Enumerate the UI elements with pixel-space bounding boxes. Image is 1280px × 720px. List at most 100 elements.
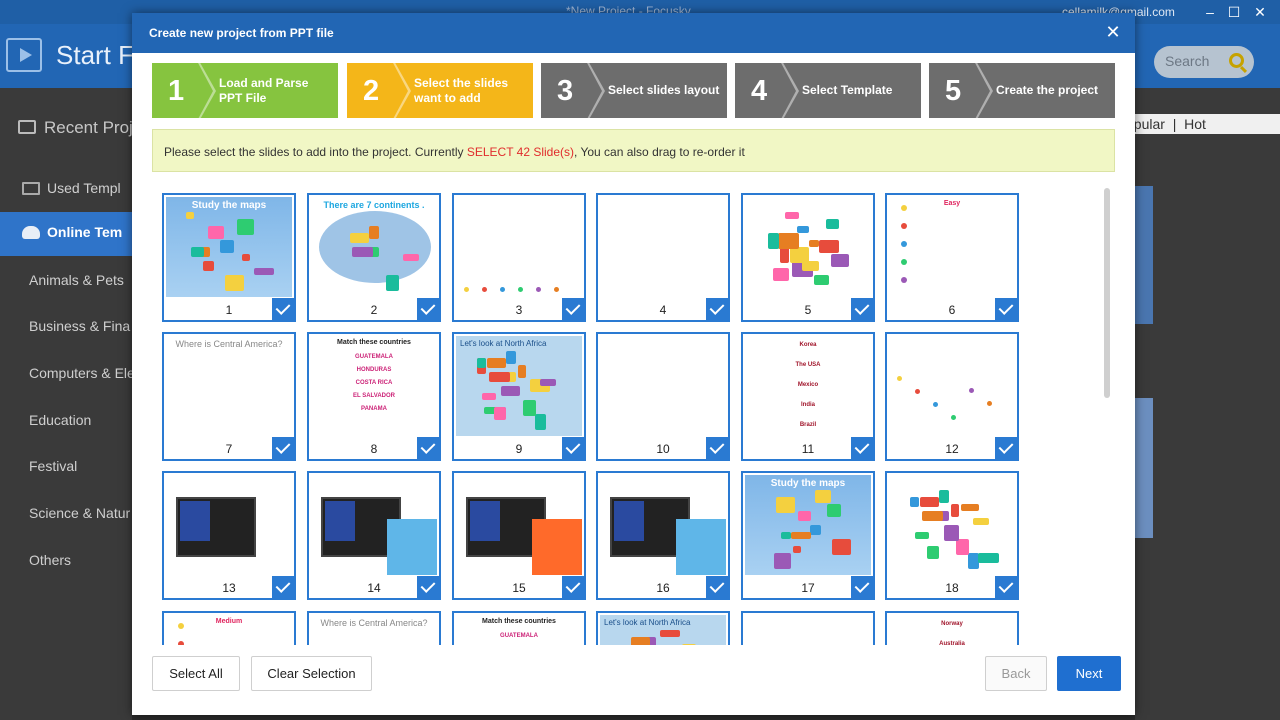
step-select-slides: 2 Select the slides want to add [347, 63, 533, 118]
step-select-layout: 3 Select slides layout [541, 63, 727, 118]
checkmark-icon[interactable] [417, 298, 439, 320]
slide-thumbnail[interactable]: 14 [307, 471, 441, 600]
slide-preview [600, 336, 726, 436]
close-window-icon[interactable]: ✕ [1250, 2, 1270, 22]
sidebar-item[interactable]: Animals & Pets [0, 260, 132, 304]
slide-thumbnail[interactable]: 15 [452, 471, 586, 600]
checkmark-icon[interactable] [417, 576, 439, 598]
slide-preview [889, 475, 1015, 575]
next-button[interactable]: Next [1057, 656, 1121, 691]
slide-thumbnail[interactable]: 18 [885, 471, 1019, 600]
sidebar-item[interactable]: Science & Natur [0, 493, 132, 537]
checkmark-icon[interactable] [995, 437, 1017, 459]
slide-word: The USA [795, 362, 821, 368]
slide-thumbnail[interactable]: Match these countriesGUATEMALAHONDURASCO… [452, 611, 586, 645]
slide-preview: Let's look at North Africa [600, 615, 726, 645]
slide-preview [311, 475, 437, 575]
close-icon[interactable]: ✕ [1103, 22, 1123, 42]
slide-thumbnail[interactable]: 4 [596, 193, 730, 322]
sidebar-item[interactable]: Education [0, 400, 132, 444]
sidebar-item[interactable]: Festival [0, 446, 132, 490]
slide-thumbnail[interactable]: Study the maps 17 [741, 471, 875, 600]
search-placeholder: Search [1165, 53, 1210, 69]
search-icon[interactable] [1229, 53, 1244, 68]
sidebar-item[interactable]: Business & Fina [0, 306, 132, 350]
slide-word: COSTA RICA [355, 380, 393, 386]
checkmark-icon[interactable] [562, 437, 584, 459]
slide-preview [745, 197, 871, 297]
slide-caption: Study the maps [770, 478, 846, 489]
create-project-dialog: Create new project from PPT file ✕ 1 Loa… [132, 13, 1135, 715]
sidebar-item[interactable]: Online Tem [0, 212, 132, 256]
slide-thumbnail[interactable]: There are 7 continents .2 [307, 193, 441, 322]
checkmark-icon[interactable] [851, 576, 873, 598]
slide-thumbnail[interactable]: Let's look at North Africa 9 [452, 332, 586, 461]
sidebar-item[interactable]: Others [0, 540, 132, 584]
maximize-icon[interactable]: ☐ [1224, 2, 1244, 22]
slide-word: GUATEMALA [500, 633, 538, 639]
slide-thumbnail[interactable]: Where is Central America? 7 [162, 332, 296, 461]
template-thumb[interactable] [1135, 398, 1153, 538]
checkmark-icon[interactable] [272, 298, 294, 320]
sidebar-item[interactable]: Used Templ [0, 168, 132, 212]
checkmark-icon[interactable] [272, 437, 294, 459]
checkmark-icon[interactable] [417, 437, 439, 459]
slide-thumbnail[interactable]: Medium19 [162, 611, 296, 645]
step-select-template: 4 Select Template [735, 63, 921, 118]
slide-thumbnail[interactable]: NorwayAustralia24 [885, 611, 1019, 645]
slide-thumbnail[interactable]: 5 [741, 193, 875, 322]
slide-word: EL SALVADOR [352, 393, 395, 399]
template-preview-panel [1135, 88, 1280, 720]
checkmark-icon[interactable] [851, 298, 873, 320]
slide-preview: Easy [889, 197, 1015, 297]
slide-preview [600, 197, 726, 297]
sidebar-recent-projects[interactable]: Recent Proj [18, 118, 133, 138]
checkmark-icon[interactable] [851, 437, 873, 459]
slide-word: Korea [799, 342, 817, 348]
slide-caption: Where is Central America? [175, 339, 283, 349]
slide-caption: Let's look at North Africa [460, 339, 547, 348]
slide-preview: Medium [166, 615, 292, 645]
grid-scrollbar[interactable] [1104, 188, 1110, 398]
slide-caption: Easy [943, 200, 961, 207]
slide-thumbnail[interactable]: 13 [162, 471, 296, 600]
select-all-button[interactable]: Select All [152, 656, 240, 691]
checkmark-icon[interactable] [995, 298, 1017, 320]
slide-thumbnail[interactable]: 3 [452, 193, 586, 322]
minimize-icon[interactable]: – [1200, 2, 1220, 22]
checkmark-icon[interactable] [272, 576, 294, 598]
checkmark-icon[interactable] [562, 298, 584, 320]
slide-thumbnail[interactable]: Match these countriesGUATEMALAHONDURASCO… [307, 332, 441, 461]
slide-thumbnail[interactable]: Korea The USA Mexico India Brazil 11 [741, 332, 875, 461]
sidebar-item[interactable]: Computers & Ele [0, 353, 132, 397]
checkmark-icon[interactable] [706, 576, 728, 598]
filter-tabs[interactable]: opular | Hot [1120, 114, 1280, 134]
slide-word: Norway [941, 621, 963, 627]
slide-thumbnail[interactable]: 16 [596, 471, 730, 600]
back-button[interactable]: Back [985, 656, 1047, 691]
search-input[interactable]: Search [1154, 46, 1254, 78]
clear-selection-button[interactable]: Clear Selection [251, 656, 372, 691]
slide-thumbnail[interactable]: 12 [885, 332, 1019, 461]
checkmark-icon[interactable] [562, 576, 584, 598]
slide-thumbnail[interactable]: 10 [596, 332, 730, 461]
checkmark-icon[interactable] [995, 576, 1017, 598]
slide-thumbnail[interactable]: Where is Central America?20 [307, 611, 441, 645]
slide-thumbnail[interactable]: Easy 6 [885, 193, 1019, 322]
dialog-header: Create new project from PPT file ✕ [132, 13, 1135, 53]
slide-thumbnail[interactable]: 23 [741, 611, 875, 645]
selected-count: SELECT 42 Slide(s) [466, 145, 574, 159]
slide-preview: Match these countries GUATEMALA HONDURAS CO… [311, 336, 437, 436]
template-thumb[interactable] [1135, 186, 1153, 324]
slide-thumbnail[interactable]: Let's look at North Africa22 [596, 611, 730, 645]
checkmark-icon[interactable] [706, 298, 728, 320]
slide-word: Brazil [799, 422, 817, 428]
slide-thumbnail[interactable]: Study the maps 1 [162, 193, 296, 322]
slide-word: GUATEMALA [355, 354, 393, 360]
slide-caption: Where is Central America? [320, 618, 428, 628]
step-load-parse: 1 Load and Parse PPT File [152, 63, 338, 118]
checkmark-icon[interactable] [706, 437, 728, 459]
slide-caption: Match these countries [482, 618, 556, 625]
slide-grid: Study the maps 1 There are 7 continents .2… [152, 183, 1107, 645]
slide-preview: Korea The USA Mexico India Brazil [745, 336, 871, 436]
